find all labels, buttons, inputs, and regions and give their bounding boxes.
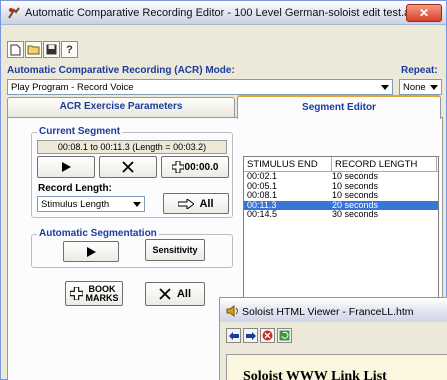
open-folder-icon[interactable] [25, 41, 42, 58]
arrow-right-icon [178, 198, 195, 209]
add-time-button[interactable]: 00:00.0 [161, 156, 229, 178]
viewer-page-heading: Soloist WWW Link List [243, 369, 387, 380]
clear-all-label: All [176, 288, 192, 300]
bookmarks-label: BOOK MARKS [85, 284, 119, 303]
delete-segment-button[interactable] [99, 156, 157, 178]
acr-mode-select[interactable]: Play Program - Record Voice [7, 79, 393, 95]
play-segment-button[interactable] [37, 156, 95, 178]
repeat-select[interactable]: None [399, 79, 442, 95]
bookmarks-button[interactable]: BOOK MARKS [65, 281, 123, 306]
play-icon [62, 162, 71, 172]
back-arrow-icon[interactable] [226, 328, 241, 343]
acr-mode-value: Play Program - Record Voice [11, 82, 134, 93]
acr-mode-label: Automatic Comparative Recording (ACR) Mo… [7, 65, 235, 76]
apply-record-length-all-button[interactable]: All [163, 193, 229, 214]
repeat-value: None [403, 82, 426, 93]
tab-segment-editor[interactable]: Segment Editor [237, 95, 441, 119]
plus-marker-icon [171, 161, 184, 173]
viewer-page: Soloist WWW Link List [226, 354, 447, 380]
main-toolbar: ? [7, 41, 78, 59]
title-bar[interactable]: Automatic Comparative Recording Editor -… [1, 1, 446, 25]
column-header-record-length[interactable]: RECORD LENGTH [332, 157, 437, 171]
tab-exercise-parameters[interactable]: ACR Exercise Parameters [7, 97, 235, 117]
table-header: STIMULUS END RECORD LENGTH [244, 157, 438, 172]
chevron-down-icon[interactable] [130, 197, 144, 211]
app-icon [8, 7, 20, 19]
record-length-value: Stimulus Length [41, 199, 110, 210]
clear-all-button[interactable]: All [145, 282, 205, 306]
segment-range-display: 00:08.1 to 00:11.3 (Length = 00:03.2) [37, 140, 227, 154]
cell-record-length: 30 seconds [332, 209, 379, 219]
viewer-title: Soloist HTML Viewer - FranceLL.htm [242, 306, 414, 318]
cell-stimulus-end: 00:14.5 [247, 209, 278, 219]
table-row[interactable]: 00:14.5 30 seconds [244, 209, 438, 220]
automatic-segmentation-title: Automatic Segmentation [37, 228, 159, 239]
close-icon [122, 161, 134, 173]
close-icon [159, 288, 171, 300]
plus-marker-icon [69, 287, 83, 300]
record-length-label: Record Length: [38, 183, 112, 194]
record-length-select[interactable]: Stimulus Length [37, 196, 145, 212]
add-time-label: 00:00.0 [184, 161, 219, 173]
apply-all-label: All [199, 197, 214, 210]
new-file-icon[interactable] [7, 41, 24, 58]
viewer-title-bar[interactable]: Soloist HTML Viewer - FranceLL.htm [220, 298, 447, 322]
chevron-down-icon[interactable] [427, 80, 441, 94]
speaker-icon [226, 305, 238, 317]
column-header-stimulus-end[interactable]: STIMULUS END [244, 157, 332, 171]
table-body: 00:02.1 10 seconds 00:05.1 10 seconds 00:08.… [244, 171, 438, 220]
stop-icon[interactable] [260, 328, 275, 343]
play-icon [87, 246, 96, 257]
html-viewer-window: Soloist HTML Viewer - FranceLL.htm Soloi… [219, 297, 447, 380]
sensitivity-button[interactable]: Sensitivity [145, 239, 205, 261]
current-segment-title: Current Segment [37, 126, 123, 137]
close-button[interactable]: ✕ [406, 4, 442, 22]
help-icon[interactable]: ? [61, 41, 78, 58]
refresh-icon[interactable] [277, 328, 292, 343]
window-title: Automatic Comparative Recording Editor -… [25, 7, 420, 19]
chevron-down-icon[interactable] [378, 80, 392, 94]
auto-segment-play-button[interactable] [63, 241, 119, 262]
save-icon[interactable] [43, 41, 60, 58]
forward-arrow-icon[interactable] [243, 328, 258, 343]
editor-window: Automatic Comparative Recording Editor -… [0, 0, 447, 380]
bookmarks-label-line2: MARKS [85, 292, 119, 303]
viewer-toolbar [226, 328, 292, 343]
repeat-label: Repeat: [401, 65, 438, 76]
